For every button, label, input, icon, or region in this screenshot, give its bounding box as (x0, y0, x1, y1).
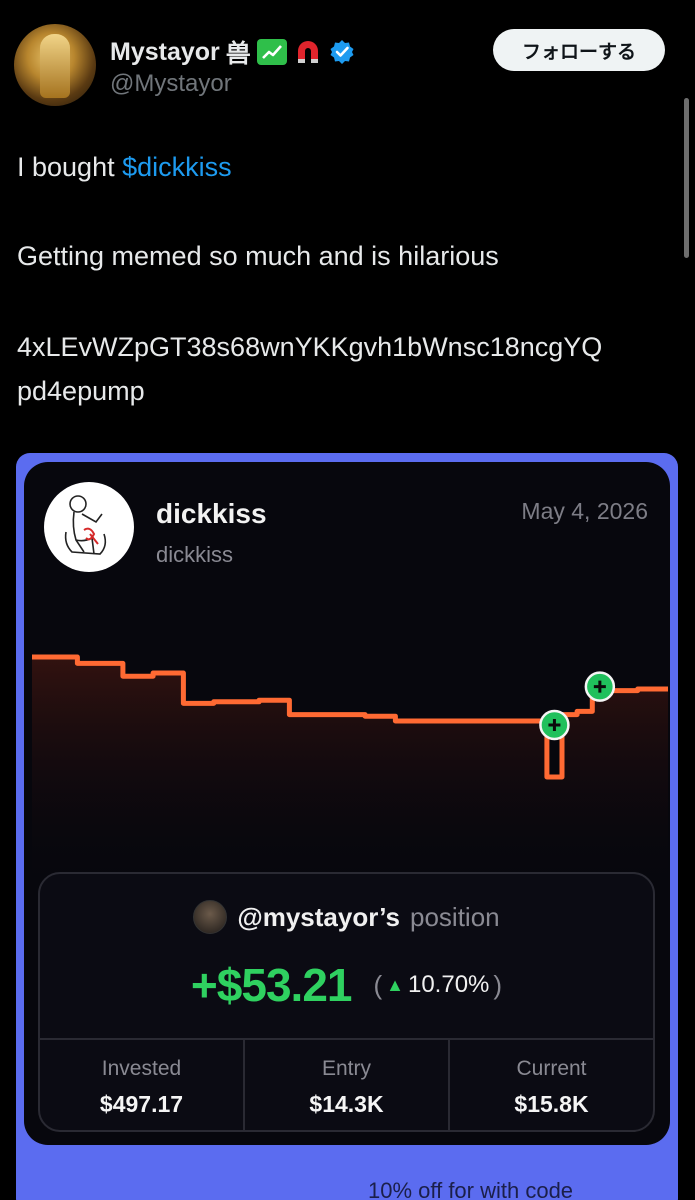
contract-address-line-2: pd4epump (17, 376, 145, 406)
stat-value: $14.3K (309, 1090, 384, 1117)
scrollbar[interactable] (684, 98, 689, 258)
stat-value: $15.8K (514, 1090, 589, 1117)
pnl-card[interactable]: dickkiss dickkiss May 4, 2026 @mystayor’… (16, 453, 678, 1200)
tweet-header: Mystayor 兽 @Mystayor フォローする (0, 0, 695, 120)
tweet-line-1: I bought $dickkiss (17, 152, 232, 183)
buy-marker-icon (584, 671, 616, 702)
author-name-glyph[interactable]: 兽 (226, 34, 251, 70)
position-label: position (410, 901, 500, 932)
author-handle[interactable]: @Mystayor (110, 70, 232, 98)
cashtag-link[interactable]: $dickkiss (122, 152, 232, 182)
golden-statue-icon (40, 34, 70, 98)
stat-invested: Invested $497.17 (40, 1040, 245, 1130)
stat-label: Current (516, 1056, 587, 1080)
follow-button[interactable]: フォローする (493, 29, 665, 71)
chart-increasing-emoji-icon (256, 39, 287, 65)
tweet-line-2: Getting memed so much and is hilarious (17, 241, 499, 271)
up-triangle-icon: ▲ (386, 974, 404, 995)
author-name-row: Mystayor 兽 (110, 34, 355, 70)
stat-current: Current $15.8K (450, 1040, 653, 1130)
pnl-value: +$53.21 (190, 959, 353, 1011)
tweet-text-prefix: I bought (17, 152, 123, 182)
card-footer-text: 10% off for with code (368, 1178, 574, 1200)
stat-label: Entry (321, 1056, 371, 1080)
chart-area-fill (32, 657, 668, 892)
author-display-name[interactable]: Mystayor (110, 38, 220, 67)
stat-label: Invested (101, 1056, 182, 1080)
pnl-row: +$53.21 ( ▲ 10.70% ) (40, 958, 653, 1012)
author-avatar[interactable] (14, 24, 96, 106)
stat-entry: Entry $14.3K (245, 1040, 450, 1130)
position-summary: @mystayor’s position +$53.21 ( ▲ 10.70% … (38, 872, 655, 1132)
buy-marker-icon (539, 709, 570, 741)
percent-close-paren: ) (493, 969, 503, 1000)
contract-address-line-1: 4xLEvWZpGT38s68wnYKKgvh1bWnsc18ncgYQ (17, 332, 603, 362)
user-avatar (193, 900, 228, 934)
magnet-emoji-icon (293, 38, 323, 66)
token-name: dickkiss (156, 498, 267, 529)
position-stats: Invested $497.17 Entry $14.3K Current $1… (40, 1038, 653, 1130)
verified-badge-icon (329, 39, 355, 65)
stat-value: $497.17 (99, 1090, 184, 1117)
percent-value: 10.70% (407, 971, 490, 998)
pnl-card-inner: dickkiss dickkiss May 4, 2026 @mystayor’… (24, 462, 670, 1145)
position-username: @mystayor’s (237, 901, 401, 932)
position-header: @mystayor’s position (40, 900, 653, 934)
token-avatar (44, 482, 134, 572)
token-symbol: dickkiss (156, 542, 234, 567)
pnl-percent: ( ▲ 10.70% ) (373, 970, 502, 1001)
card-date: May 4, 2026 (521, 498, 648, 524)
percent-open-paren: ( (373, 969, 383, 1000)
